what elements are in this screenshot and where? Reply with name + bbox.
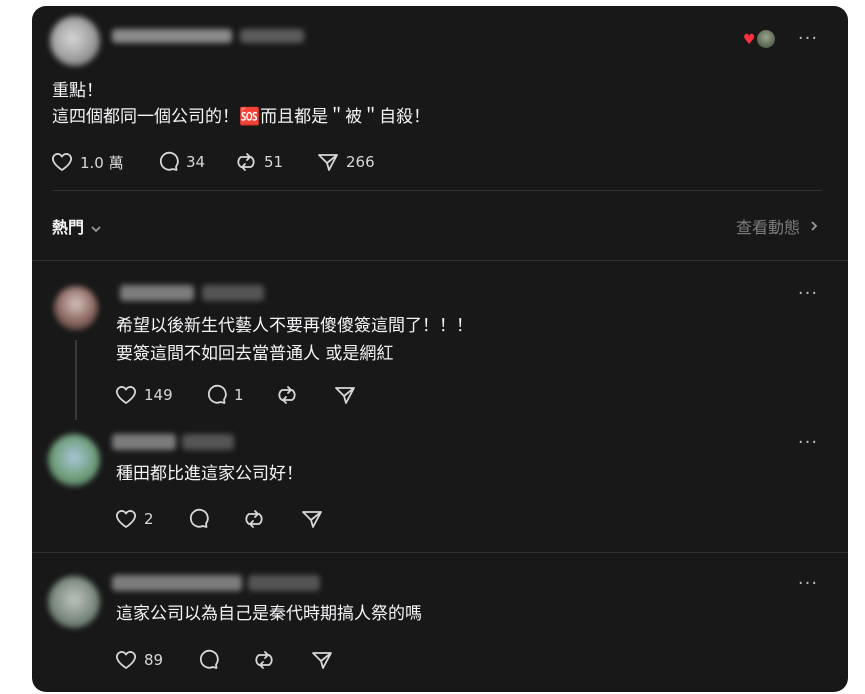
repost-arrows-icon <box>237 153 255 171</box>
comment-author-avatar[interactable] <box>48 576 100 628</box>
comment-body: 種田都比進這家公司好！ <box>116 460 303 488</box>
comment-share-button[interactable] <box>333 383 357 407</box>
paper-plane-icon <box>335 387 355 404</box>
post-line: 這四個都同一個公司的！🆘而且都是＂被＂自殺！ <box>52 107 431 127</box>
liked-by-avatars[interactable]: ♥ <box>743 28 783 50</box>
divider <box>52 190 822 191</box>
comment-reply-button[interactable]: 1 <box>204 383 244 407</box>
comment-share-button[interactable] <box>300 507 324 531</box>
comment-repost-button[interactable] <box>275 383 299 407</box>
comment-timestamp-blurred <box>248 575 320 591</box>
comment-more-button[interactable]: ··· <box>795 285 821 303</box>
post-share-button[interactable]: 266 <box>316 150 375 174</box>
comment-author-avatar[interactable] <box>48 434 100 486</box>
view-activity-label: 查看動態 <box>735 218 800 237</box>
comment-line: 要簽這間不如回去當普通人 或是網紅 <box>116 344 394 364</box>
comment-reply-count: 1 <box>234 386 244 404</box>
heart-outline-icon <box>52 153 72 171</box>
comment-like-button[interactable]: 2 <box>114 507 154 531</box>
post-more-button[interactable]: ··· <box>795 30 821 48</box>
comment-like-count: 89 <box>144 651 164 669</box>
comment-like-count: 149 <box>144 386 173 404</box>
post-like-count: 1.0 萬 <box>80 153 124 172</box>
repost-arrows-icon <box>278 386 296 404</box>
post-comment-count: 34 <box>186 153 206 171</box>
comment-author-name-blurred[interactable] <box>120 285 194 301</box>
post-timestamp-blurred <box>240 29 304 43</box>
comment-reply-button[interactable] <box>196 648 220 672</box>
post-repost-count: 51 <box>264 153 284 171</box>
comment-line: 希望以後新生代藝人不要再傻傻簽這間了！！！ <box>116 316 473 336</box>
more-dots-icon: ··· <box>797 432 819 453</box>
chevron-right-icon <box>808 217 820 236</box>
heart-outline-icon <box>116 386 136 404</box>
comment-timestamp-blurred <box>182 434 234 450</box>
comment-repost-button[interactable] <box>252 648 276 672</box>
comment-reply-button[interactable] <box>186 507 210 531</box>
paper-plane-icon <box>318 154 338 171</box>
liker-avatar <box>755 28 777 50</box>
repost-arrows-icon <box>255 651 273 669</box>
speech-bubble-icon <box>159 151 179 171</box>
post-author-name-blurred[interactable] <box>112 29 232 43</box>
more-dots-icon: ··· <box>797 283 819 304</box>
post-comment-button[interactable]: 34 <box>156 150 205 174</box>
paper-plane-icon <box>302 511 322 528</box>
post-line: 重點！ <box>52 81 103 101</box>
section-divider <box>32 260 848 261</box>
comment-share-button[interactable] <box>310 648 334 672</box>
view-activity-link[interactable]: 查看動態 <box>736 214 820 238</box>
sort-dropdown[interactable]: 熱門 <box>52 214 102 238</box>
comment-more-button[interactable]: ··· <box>795 434 821 452</box>
heart-outline-icon <box>116 510 136 528</box>
post-like-button[interactable]: 1.0 萬 <box>50 150 124 174</box>
speech-bubble-icon <box>189 508 209 528</box>
comment-repost-button[interactable] <box>242 507 266 531</box>
chevron-down-icon <box>90 220 102 233</box>
post-repost-button[interactable]: 51 <box>234 150 283 174</box>
comment-like-count: 2 <box>144 510 154 528</box>
comment-author-name-blurred[interactable] <box>112 575 242 591</box>
paper-plane-icon <box>312 652 332 669</box>
comment-author-name-blurred[interactable] <box>112 434 176 450</box>
comment-more-button[interactable]: ··· <box>795 575 821 593</box>
post-author-avatar[interactable] <box>50 16 100 66</box>
more-dots-icon: ··· <box>797 573 819 594</box>
section-divider <box>32 552 848 553</box>
speech-bubble-icon <box>207 384 227 404</box>
comment-body: 這家公司以為自己是秦代時期搞人祭的嗎 <box>116 600 422 628</box>
reply-thread-line <box>75 340 77 420</box>
speech-bubble-icon <box>199 649 219 669</box>
repost-arrows-icon <box>245 510 263 528</box>
comment-body: 希望以後新生代藝人不要再傻傻簽這間了！！！ 要簽這間不如回去當普通人 或是網紅 <box>116 312 473 368</box>
comment-line: 種田都比進這家公司好！ <box>116 464 303 484</box>
more-dots-icon: ··· <box>797 28 819 49</box>
comment-like-button[interactable]: 89 <box>114 648 163 672</box>
comment-timestamp-blurred <box>202 285 264 301</box>
post-body: 重點！ 這四個都同一個公司的！🆘而且都是＂被＂自殺！ <box>52 78 430 130</box>
post-share-count: 266 <box>346 153 375 171</box>
sort-label: 熱門 <box>52 218 85 237</box>
heart-outline-icon <box>116 651 136 669</box>
thread-panel: ♥ ··· 重點！ 這四個都同一個公司的！🆘而且都是＂被＂自殺！ 1.0 萬 3… <box>32 6 848 692</box>
comment-author-avatar[interactable] <box>54 286 98 330</box>
comment-like-button[interactable]: 149 <box>114 383 173 407</box>
comment-line: 這家公司以為自己是秦代時期搞人祭的嗎 <box>116 604 422 624</box>
